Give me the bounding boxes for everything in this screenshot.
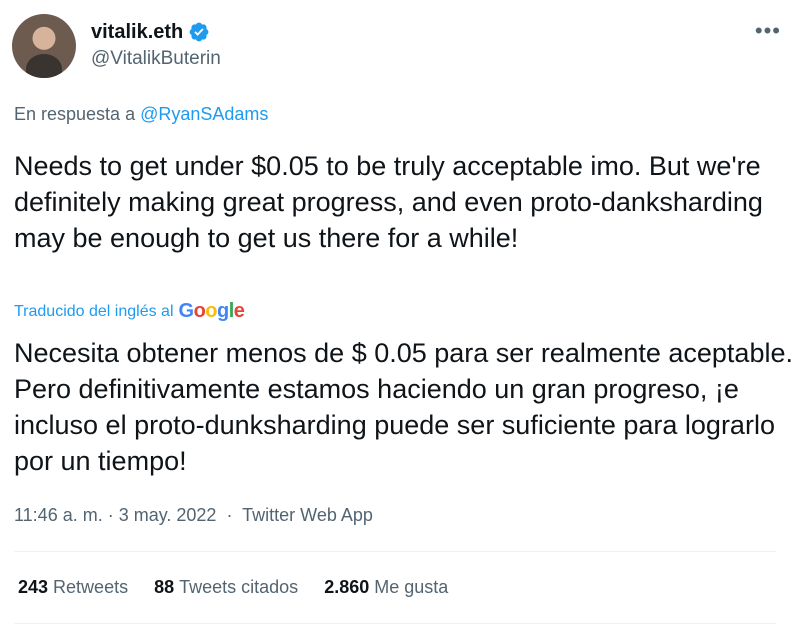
meta-separator: ·	[107, 505, 114, 525]
translation-label: Traducido del inglés al	[14, 302, 174, 320]
quote-tweets-label: Tweets citados	[179, 577, 299, 597]
author-handle[interactable]: @VitalikButerin	[91, 48, 221, 70]
tweet-detail: vitalik.eth @VitalikButerin ••• En respu…	[0, 0, 807, 629]
tweet-meta: 11:46 a. m. · 3 may. 2022 · Twitter Web Ap…	[14, 505, 373, 526]
retweets-label: Retweets	[53, 577, 129, 597]
likes-stat[interactable]: 2.860 Me gusta	[324, 577, 448, 598]
reply-prefix: En respuesta a	[14, 104, 136, 124]
tweet-source-link[interactable]: Twitter Web App	[242, 505, 373, 525]
tweet-date: 3 may. 2022	[118, 505, 217, 525]
tweet-text: Needs to get under $0.05 to be truly acc…	[14, 151, 763, 253]
engagement-stats: 243 Retweets 88 Tweets citados 2.860 Me gus…	[18, 577, 448, 598]
divider	[14, 551, 776, 552]
verified-badge-icon	[188, 21, 210, 43]
tweet-time: 11:46 a. m.	[14, 505, 103, 525]
retweets-stat[interactable]: 243 Retweets	[18, 577, 128, 598]
author-name[interactable]: vitalik.eth	[91, 20, 183, 44]
retweets-count: 243	[18, 577, 49, 597]
reply-mention-link[interactable]: @RyanSAdams	[140, 104, 268, 124]
divider	[14, 623, 776, 624]
avatar[interactable]	[12, 14, 76, 78]
author-name-row[interactable]: vitalik.eth	[91, 20, 210, 44]
reply-context: En respuesta a @RyanSAdams	[14, 104, 268, 125]
meta-separator: ·	[226, 505, 233, 525]
more-options-icon[interactable]: •••	[755, 20, 781, 42]
quote-tweets-stat[interactable]: 88 Tweets citados	[154, 577, 298, 598]
google-logo: Google	[178, 300, 245, 322]
translation-attribution[interactable]: Traducido del inglés al Google	[14, 300, 245, 323]
likes-label: Me gusta	[374, 577, 449, 597]
quote-tweets-count: 88	[154, 577, 175, 597]
tweet-timestamp-link[interactable]: 11:46 a. m. · 3 may. 2022	[14, 505, 221, 525]
translated-text: Necesita obtener menos de $ 0.05 para se…	[14, 338, 793, 476]
likes-count: 2.860	[324, 577, 370, 597]
